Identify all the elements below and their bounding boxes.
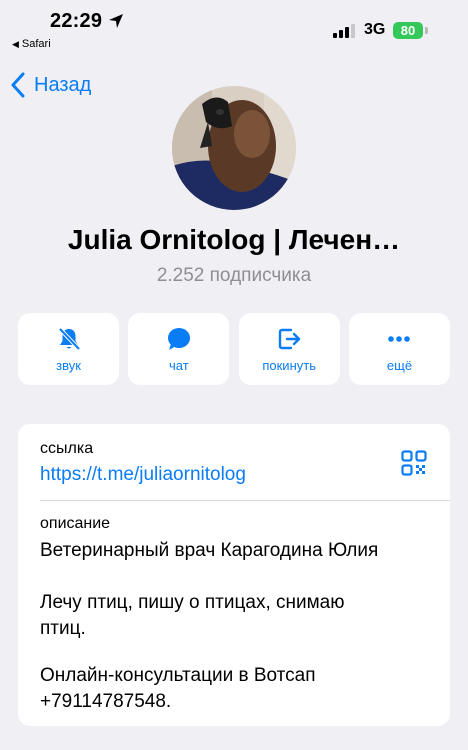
phone-number[interactable]: +79114787548. [40,690,171,714]
mute-button[interactable]: звук [18,313,119,385]
battery-tip [425,27,428,34]
bell-slash-icon [58,327,80,350]
leave-label: покинуть [262,357,316,373]
back-triangle-icon: ◀ [12,39,19,49]
signal-icon [333,24,355,38]
more-label: ещё [386,357,413,373]
battery-level: 80 [400,23,416,38]
status-bar: 22:29 ◀ Safari 3G 80 [0,0,468,56]
battery-icon: 80 [393,22,423,39]
qr-code-icon[interactable] [401,450,427,476]
description-line: птиц. [40,618,86,639]
more-dots-icon [388,335,411,342]
chat-label: чат [168,357,189,373]
back-label: Назад [34,73,92,96]
link-label: ссылка [40,440,94,457]
location-arrow-icon [109,14,123,28]
description-label: описание [40,515,111,532]
back-to-app[interactable]: ◀ Safari [12,38,51,50]
channel-title: Julia Ornitolog | Лечен… [67,224,401,255]
chat-button[interactable]: чат [128,313,230,385]
channel-link[interactable]: https://t.me/juliaornitolog [40,464,246,486]
subscriber-count: 2.252 подписчика [156,265,312,286]
description-line: Лечу птиц, пишу о птицах, снимаю [40,592,345,613]
divider [40,500,450,501]
description-line: Онлайн-консультации в Вотсап [40,665,316,686]
back-app-label: Safari [21,38,51,50]
description-line: Ветеринарный врач Карагодина Юлия [40,540,379,561]
network-type: 3G [364,21,386,38]
leave-icon [278,328,301,349]
more-button[interactable]: ещё [348,313,450,385]
mute-label: звук [56,357,81,373]
status-time: 22:29 [50,10,103,32]
chat-bubble-icon [167,327,190,350]
action-row: звук чат покинуть ещё [18,313,450,385]
info-card: ссылка https://t.me/juliaornitolog описа… [18,424,450,726]
channel-avatar[interactable] [172,86,296,210]
leave-button[interactable]: покинуть [238,313,340,385]
back-button[interactable]: Назад [10,72,91,98]
chevron-left-icon [11,72,25,98]
avatar-photo [172,86,296,210]
